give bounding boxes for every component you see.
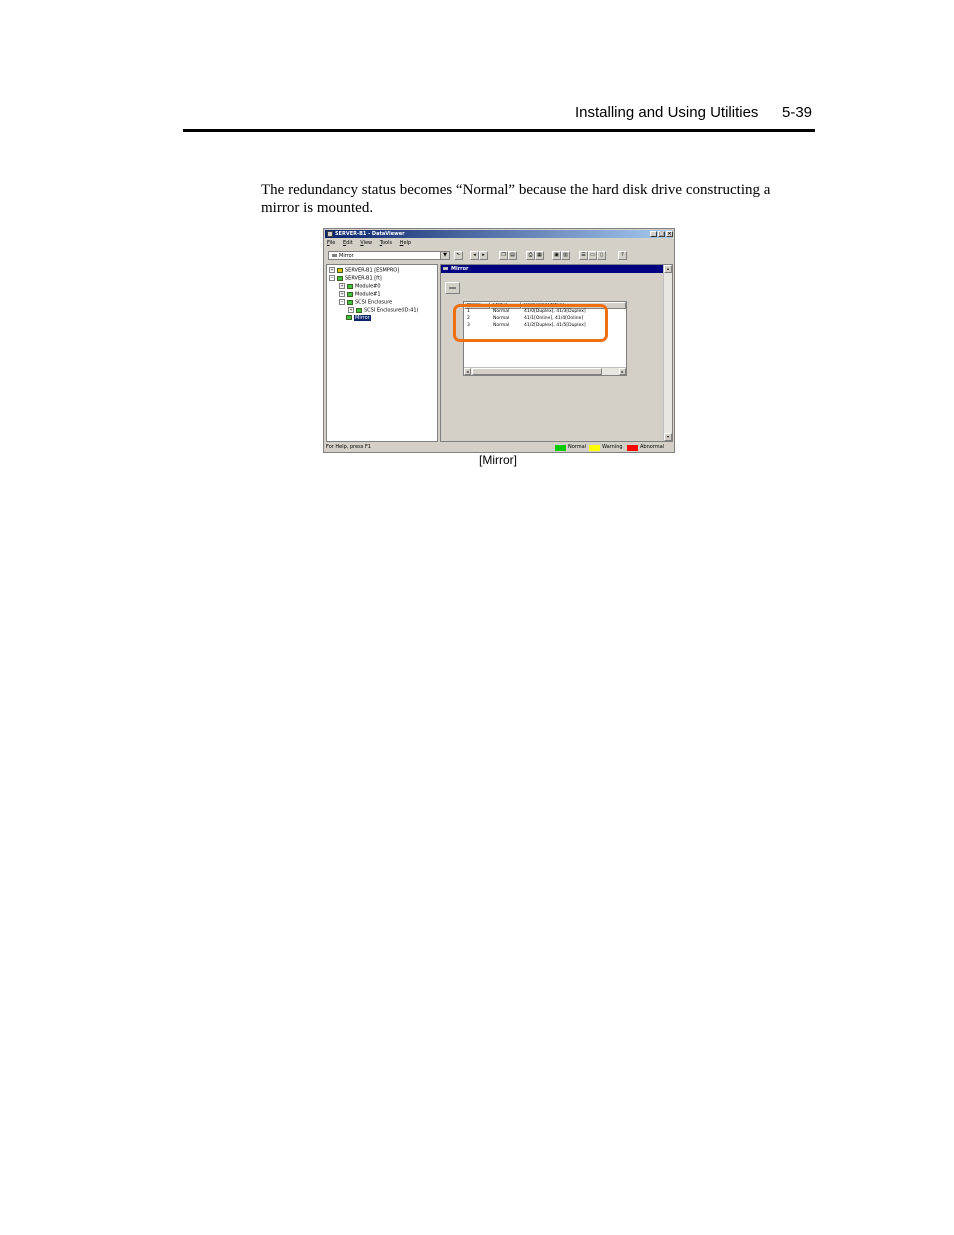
menu-help[interactable]: Help (400, 240, 411, 246)
columns-view-icon[interactable]: ▯ (597, 251, 606, 260)
legend-label-normal: Normal (568, 444, 587, 450)
scroll-thumb[interactable] (472, 368, 602, 375)
chevron-down-icon[interactable]: ▼ (440, 252, 449, 259)
tree-item-server-ft[interactable]: − SERVER-B1 [ft] (329, 275, 382, 282)
collapse-icon[interactable]: − (339, 299, 345, 305)
forward-icon[interactable]: ▸ (479, 251, 488, 260)
legend-swatch-abnormal (627, 445, 638, 451)
scsi-icon (347, 299, 353, 305)
mirror-icon (443, 267, 448, 270)
tree-item-module0[interactable]: + Module#0 (339, 283, 381, 290)
close-button[interactable]: × (666, 231, 673, 237)
module-icon (347, 283, 353, 289)
legend-label-abnormal: Abnormal (640, 444, 665, 450)
tree-pane: + SERVER-B1 [ESMPRO] − SERVER-B1 [ft] + Mod… (326, 264, 438, 442)
print-icon[interactable]: ⎙ (526, 251, 535, 260)
scroll-right-icon[interactable]: ▸ (619, 368, 626, 375)
details-view-icon[interactable]: ▭ (588, 251, 597, 260)
legend-label-warning: Warning (602, 444, 623, 450)
module-icon (347, 291, 353, 297)
mirror-action-button[interactable] (445, 282, 460, 294)
mirror-icon (332, 254, 337, 257)
maximize-button[interactable]: □ (658, 231, 665, 237)
header-rule (183, 129, 815, 132)
back-icon[interactable]: ◂ (470, 251, 479, 260)
running-header-title: Installing and Using Utilities (575, 104, 759, 121)
location-combo[interactable]: Mirror ▼ (328, 251, 450, 260)
legend-swatch-warning (589, 445, 600, 451)
server-icon (337, 275, 343, 281)
window-title: SERVER-B1 - DataViewer (335, 231, 405, 237)
expand-icon[interactable]: + (339, 283, 345, 289)
panel-header: Mirror (441, 265, 665, 273)
menu-file[interactable]: File (327, 240, 335, 246)
horizontal-scrollbar[interactable]: ◂ ▸ (464, 367, 626, 375)
mirror-icon (346, 315, 352, 320)
list-view-icon[interactable]: ☰ (579, 251, 588, 260)
highlight-callout (453, 304, 608, 342)
help-icon[interactable]: ? (618, 251, 627, 260)
status-help-text: For Help, press F1 (326, 444, 372, 450)
scsi-icon (356, 307, 362, 313)
figure-caption: [Mirror] (479, 453, 517, 467)
menu-tools[interactable]: Tools (380, 240, 392, 246)
tree-item-esmpro[interactable]: + SERVER-B1 [ESMPRO] (329, 267, 399, 274)
combo-value: Mirror (339, 253, 354, 259)
server-icon (337, 267, 343, 273)
tree-item-module1[interactable]: + Module#1 (339, 291, 381, 298)
window-titlebar: SERVER-B1 - DataViewer _ □ × (325, 230, 673, 238)
detail-pane: Mirror Mirror Status Hard Disk[Status] 1… (440, 264, 673, 442)
scroll-up-icon[interactable]: ▴ (664, 265, 672, 273)
expand-icon[interactable]: + (329, 267, 335, 273)
tree-item-scsi-enclosure[interactable]: − SCSI Enclosure (339, 299, 392, 306)
paste-icon[interactable]: ▤ (508, 251, 517, 260)
collapse-icon[interactable]: − (329, 275, 335, 281)
menu-view[interactable]: View (360, 240, 372, 246)
menu-bar: File Edit View Tools Help (327, 240, 417, 247)
preview-icon[interactable]: ▦ (535, 251, 544, 260)
scroll-down-icon[interactable]: ▾ (664, 433, 672, 441)
app-icon (327, 231, 333, 237)
scroll-left-icon[interactable]: ◂ (464, 368, 471, 375)
minimize-button[interactable]: _ (650, 231, 657, 237)
tree-item-scsi-enclosure-id41[interactable]: + SCSI Enclosure(ID:41) (348, 307, 419, 314)
page-number: 5-39 (782, 104, 813, 121)
up-folder-icon[interactable]: ⬑ (454, 251, 463, 260)
menu-edit[interactable]: Edit (343, 240, 353, 246)
vertical-scrollbar[interactable]: ▴ ▾ (663, 265, 672, 441)
expand-icon[interactable]: + (348, 307, 354, 313)
status-bar: For Help, press F1 Normal Warning Abnorm… (325, 443, 673, 452)
expand-icon[interactable]: + (339, 291, 345, 297)
small-icons-icon[interactable]: ▥ (561, 251, 570, 260)
legend-swatch-normal (555, 445, 566, 451)
copy-icon[interactable]: ❐ (499, 251, 508, 260)
tree-item-mirror[interactable]: Mirror (346, 315, 371, 321)
disk-icon (449, 287, 456, 289)
large-icons-icon[interactable]: ▣ (552, 251, 561, 260)
panel-title: Mirror (451, 266, 469, 272)
body-paragraph: The redundancy status becomes “Normal” b… (261, 182, 771, 216)
